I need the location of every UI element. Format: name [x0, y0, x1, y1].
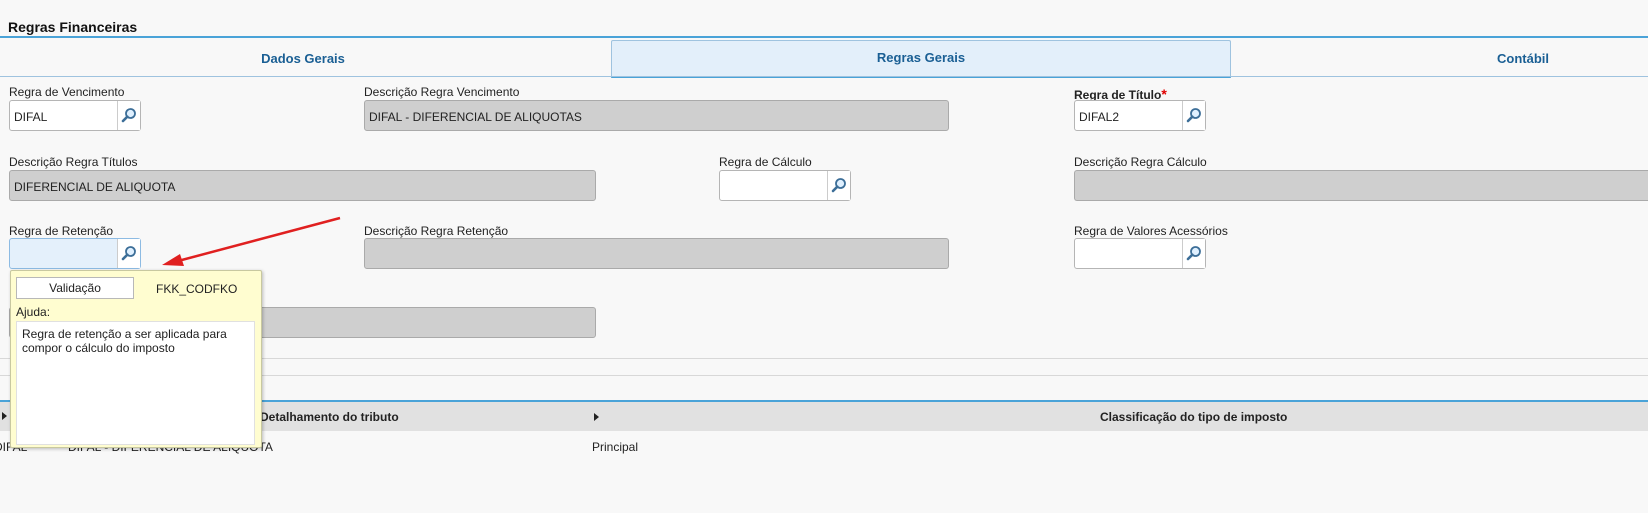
annotation-arrow-icon [162, 216, 341, 266]
